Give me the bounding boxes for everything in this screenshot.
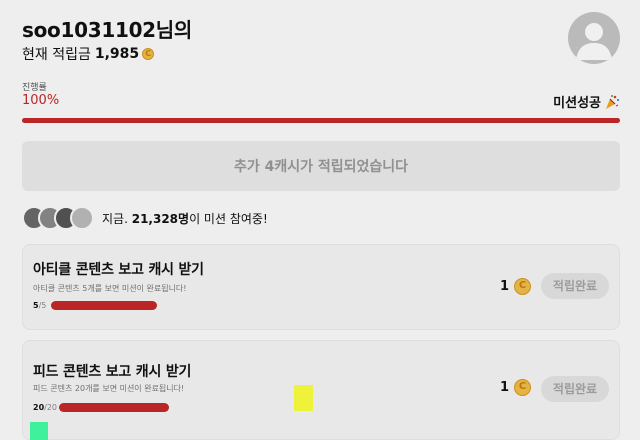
yellow-marker — [294, 385, 313, 411]
mission-done: 20 — [33, 403, 45, 412]
green-marker — [30, 422, 48, 440]
mission-status: 미션성공 — [553, 92, 620, 111]
mission-title: 피드 콘텐츠 보고 캐시 받기 — [33, 364, 192, 380]
participant-avatar — [70, 206, 94, 230]
coin-icon: C — [142, 48, 155, 60]
mission-progress-bar — [59, 403, 169, 412]
mission-card-article[interactable]: 아티클 콘텐츠 보고 캐시 받기 아티클 콘텐츠 5개를 보면 미션이 완료됩니… — [22, 244, 620, 330]
avatar[interactable] — [568, 12, 620, 64]
claim-complete-button[interactable]: 적립완료 — [541, 376, 609, 402]
mission-reward: 1 C — [500, 379, 531, 396]
participants-row: 지금. 21,328명이 미션 참여중! — [22, 205, 268, 231]
mission-progress-bar — [51, 301, 157, 310]
points-value: 1,985 — [94, 46, 140, 62]
username-title: soo1031102님의 — [22, 18, 192, 42]
mission-card-feed[interactable]: 피드 콘텐츠 보고 캐시 받기 피드 콘텐츠 20개를 보면 미션이 완료됩니다… — [22, 340, 620, 440]
progress-label: 진행률 — [22, 83, 47, 93]
current-points: 현재 적립금 1,985 C — [22, 44, 155, 64]
mission-title: 아티클 콘텐츠 보고 캐시 받기 — [33, 262, 204, 278]
mission-total: /5 — [38, 301, 47, 310]
user-silhouette-icon — [576, 23, 612, 60]
participants-count: 21,328명 — [131, 211, 190, 226]
coin-icon: C — [514, 379, 531, 396]
mission-count: 5/5 — [33, 301, 46, 310]
mission-description: 아티클 콘텐츠 5개를 보면 미션이 완료됩니다! — [33, 284, 187, 293]
mission-page: soo1031102님의 현재 적립금 1,985 C 진행률 100% 미션성… — [0, 0, 640, 440]
participants-text: 지금. 21,328명이 미션 참여중! — [102, 210, 268, 227]
mission-description: 피드 콘텐츠 20개를 보면 미션이 완료됩니다! — [33, 384, 185, 393]
mission-status-text: 미션성공 — [553, 96, 601, 111]
points-label: 현재 적립금 — [22, 47, 91, 63]
participants-suffix: 이 미션 참여중! — [189, 211, 268, 226]
coin-icon: C — [514, 278, 531, 295]
mission-total: /20 — [44, 403, 58, 412]
mission-reward: 1 C — [500, 278, 531, 295]
reward-banner: 추가 4캐시가 적립되었습니다 — [22, 141, 620, 191]
progress-bar — [22, 118, 620, 123]
progress-percent: 100% — [22, 93, 60, 108]
participants-prefix: 지금. — [102, 211, 132, 226]
mission-count: 20/20 — [33, 403, 57, 412]
claim-complete-button[interactable]: 적립완료 — [541, 273, 609, 299]
mission-reward-amount: 1 — [499, 279, 509, 294]
party-popper-icon — [606, 94, 620, 109]
progress-bar-fill — [22, 118, 620, 123]
mission-reward-amount: 1 — [499, 380, 509, 395]
